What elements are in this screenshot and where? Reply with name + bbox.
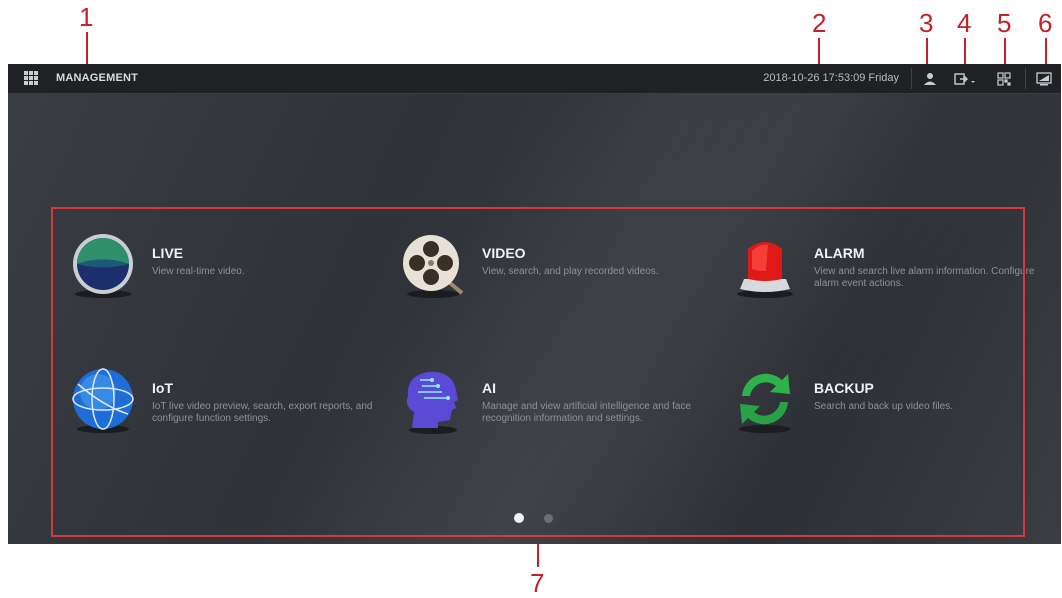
callout-line-2 [818,38,820,64]
callout-number-6: 6 [1038,8,1053,38]
callout-number-2: 2 [812,8,827,38]
page-title: MANAGEMENT [56,72,139,84]
logout-icon[interactable] [953,70,977,88]
callout-line-5 [1004,38,1006,64]
callout-line-3 [926,38,928,64]
callout-number-3: 3 [919,8,934,38]
callout-number-7: 7 [530,568,545,598]
function-area-highlight [51,207,1025,537]
callout-line-1 [86,32,88,64]
callout-number-1: 1 [79,2,94,32]
user-icon[interactable] [921,70,939,88]
divider [911,68,912,89]
callout-line-6 [1045,38,1047,64]
callout-number-5: 5 [997,8,1012,38]
top-bar: MANAGEMENT 2018-10-26 17:53:09 Friday [8,64,1061,94]
callout-number-4: 4 [957,8,972,38]
divider [1025,68,1026,89]
grid-menu-icon[interactable] [24,71,39,86]
display-icon[interactable] [1035,70,1053,88]
system-datetime: 2018-10-26 17:53:09 Friday [763,72,899,84]
qr-code-icon[interactable] [995,70,1013,88]
callout-line-4 [964,38,966,64]
